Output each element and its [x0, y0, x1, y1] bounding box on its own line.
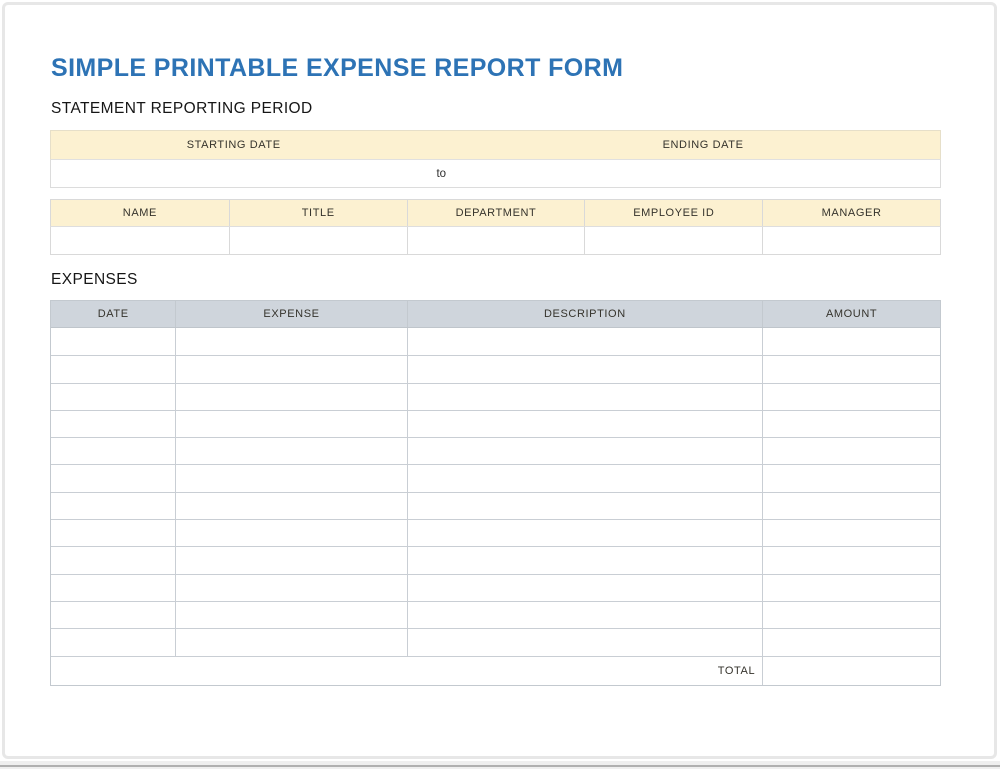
expense-cell[interactable] [175, 629, 406, 655]
title-header: TITLE [229, 200, 407, 226]
expense-cell[interactable] [175, 465, 406, 491]
starting-date-header: STARTING DATE [51, 131, 416, 159]
ending-date-field[interactable] [466, 160, 940, 187]
expense-cell[interactable] [51, 520, 175, 546]
page-bottom-edge [0, 765, 1000, 767]
expense-cell[interactable] [407, 465, 763, 491]
expense-cell[interactable] [51, 438, 175, 464]
total-amount-field[interactable] [762, 657, 940, 685]
employee-info-table: NAME TITLE DEPARTMENT EMPLOYEE ID MANAGE… [50, 199, 941, 255]
expense-row [51, 410, 940, 437]
expense-cell[interactable] [175, 493, 406, 519]
expense-cell[interactable] [51, 465, 175, 491]
expense-row [51, 601, 940, 628]
expense-row [51, 464, 940, 491]
name-header: NAME [51, 200, 229, 226]
expense-cell[interactable] [407, 602, 763, 628]
expense-cell[interactable] [407, 493, 763, 519]
expense-row [51, 328, 940, 355]
page-title: SIMPLE PRINTABLE EXPENSE REPORT FORM [51, 54, 623, 83]
expense-cell[interactable] [407, 328, 763, 355]
separator-header-cell [416, 131, 466, 159]
name-field[interactable] [51, 227, 229, 254]
expense-cell[interactable] [762, 575, 940, 601]
employee-header-row: NAME TITLE DEPARTMENT EMPLOYEE ID MANAGE… [50, 199, 941, 227]
expense-cell[interactable] [175, 547, 406, 573]
expense-header: EXPENSE [175, 301, 406, 327]
expense-row [51, 546, 940, 573]
manager-field[interactable] [762, 227, 940, 254]
reporting-period-input-row: to [50, 160, 941, 188]
section-heading-expenses: EXPENSES [51, 271, 138, 289]
expense-cell[interactable] [51, 602, 175, 628]
expense-cell[interactable] [762, 520, 940, 546]
expense-cell[interactable] [175, 438, 406, 464]
expense-cell[interactable] [762, 411, 940, 437]
expense-cell[interactable] [51, 629, 175, 655]
expense-cell[interactable] [51, 575, 175, 601]
expense-cell[interactable] [51, 547, 175, 573]
expense-cell[interactable] [762, 602, 940, 628]
expense-cell[interactable] [407, 438, 763, 464]
expense-cell[interactable] [175, 384, 406, 410]
reporting-period-header-row: STARTING DATE ENDING DATE [50, 130, 941, 160]
department-field[interactable] [407, 227, 585, 254]
expense-cell[interactable] [407, 411, 763, 437]
expense-cell[interactable] [175, 356, 406, 382]
employee-id-header: EMPLOYEE ID [584, 200, 762, 226]
total-row: TOTAL [51, 656, 940, 685]
expenses-header-row: DATE EXPENSE DESCRIPTION AMOUNT [51, 301, 940, 328]
expense-cell[interactable] [175, 575, 406, 601]
expense-cell[interactable] [407, 356, 763, 382]
ending-date-header: ENDING DATE [466, 131, 940, 159]
employee-input-row [50, 227, 941, 255]
manager-header: MANAGER [762, 200, 940, 226]
expense-cell[interactable] [51, 356, 175, 382]
expense-cell[interactable] [762, 384, 940, 410]
expense-cell[interactable] [175, 328, 406, 355]
expense-cell[interactable] [762, 356, 940, 382]
expense-row [51, 628, 940, 655]
expense-row [51, 574, 940, 601]
expense-row [51, 383, 940, 410]
expenses-table: DATE EXPENSE DESCRIPTION AMOUNT TOTAL [50, 300, 941, 686]
total-label: TOTAL [51, 657, 762, 685]
section-heading-reporting-period: STATEMENT REPORTING PERIOD [51, 100, 313, 118]
expense-cell[interactable] [175, 411, 406, 437]
description-header: DESCRIPTION [407, 301, 763, 327]
expense-row [51, 437, 940, 464]
employee-id-field[interactable] [584, 227, 762, 254]
department-header: DEPARTMENT [407, 200, 585, 226]
title-field[interactable] [229, 227, 407, 254]
date-separator-label: to [416, 160, 466, 187]
expense-cell[interactable] [762, 438, 940, 464]
expense-row [51, 355, 940, 382]
expense-cell[interactable] [407, 547, 763, 573]
expense-cell[interactable] [762, 629, 940, 655]
amount-header: AMOUNT [762, 301, 940, 327]
expense-cell[interactable] [175, 520, 406, 546]
date-header: DATE [51, 301, 175, 327]
expense-cell[interactable] [51, 411, 175, 437]
expense-cell[interactable] [51, 328, 175, 355]
expense-cell[interactable] [51, 493, 175, 519]
expense-cell[interactable] [407, 384, 763, 410]
expense-rows [51, 328, 940, 656]
starting-date-field[interactable] [51, 160, 416, 187]
expense-cell[interactable] [407, 629, 763, 655]
expense-cell[interactable] [762, 493, 940, 519]
expense-cell[interactable] [762, 547, 940, 573]
expense-cell[interactable] [762, 465, 940, 491]
expense-cell[interactable] [51, 384, 175, 410]
expense-row [51, 519, 940, 546]
reporting-period-table: STARTING DATE ENDING DATE to [50, 130, 941, 188]
expense-cell[interactable] [175, 602, 406, 628]
expense-cell[interactable] [407, 575, 763, 601]
expense-row [51, 492, 940, 519]
expense-cell[interactable] [407, 520, 763, 546]
expense-cell[interactable] [762, 328, 940, 355]
